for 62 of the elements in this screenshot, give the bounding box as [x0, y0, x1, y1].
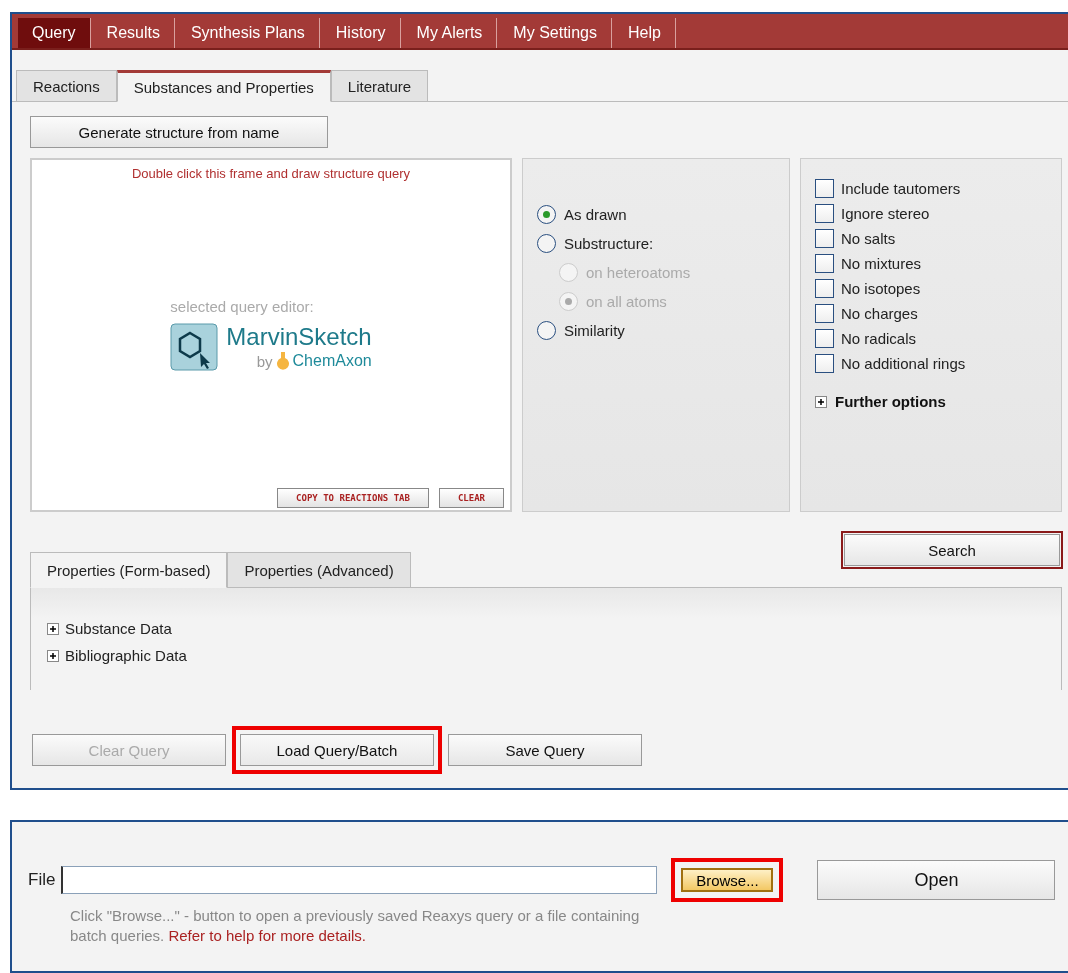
checkbox[interactable]	[815, 304, 834, 323]
checkbox[interactable]	[815, 329, 834, 348]
logo-vendor: ChemAxon	[292, 352, 372, 370]
checkbox[interactable]	[815, 279, 834, 298]
radio-label: As drawn	[564, 206, 627, 223]
nav-tab[interactable]: History	[321, 18, 401, 48]
query-button[interactable]: Save Query	[448, 734, 642, 766]
nav-tab[interactable]: My Alerts	[402, 18, 498, 48]
nav-tab[interactable]: Help	[613, 18, 676, 48]
expand-icon	[815, 395, 827, 408]
radio-label: on heteroatoms	[586, 264, 691, 281]
nav-tab[interactable]: Query	[18, 18, 91, 48]
open-button[interactable]: Open	[817, 860, 1056, 900]
editor-label: selected query editor:	[170, 298, 314, 315]
checkbox-label: No mixtures	[841, 255, 922, 272]
logo-by: by	[256, 352, 273, 370]
sub-tab[interactable]: Literature	[330, 70, 429, 102]
generate-structure-button[interactable]: Generate structure from name	[30, 116, 328, 148]
sub-tab[interactable]: Reactions	[16, 70, 117, 102]
checkbox[interactable]	[815, 229, 834, 248]
search-button[interactable]: Search	[844, 534, 1060, 566]
nav-tab[interactable]: Synthesis Plans	[176, 18, 320, 48]
radio-label: Substructure:	[564, 235, 654, 252]
checkbox-label: No salts	[841, 230, 896, 247]
expand-icon	[47, 649, 59, 662]
checkbox[interactable]	[815, 204, 834, 223]
radio-button[interactable]	[537, 205, 556, 224]
radio-label: on all atoms	[586, 293, 667, 310]
logo-title: MarvinSketch	[226, 323, 372, 351]
further-options-toggle[interactable]: Further options	[815, 393, 1047, 410]
radio-button[interactable]	[537, 321, 556, 340]
checkbox-label: No charges	[841, 305, 918, 322]
editor-button[interactable]: CLEAR	[438, 488, 504, 508]
radio-label: Similarity	[564, 322, 625, 339]
properties-tab[interactable]: Properties (Form-based)	[30, 552, 228, 588]
checkbox-label: No isotopes	[841, 280, 921, 297]
flask-icon	[275, 351, 290, 371]
file-label: File	[28, 870, 56, 890]
editor-hint: Double click this frame and draw structure query	[131, 166, 411, 181]
property-group-toggle[interactable]: Substance Data	[47, 620, 1061, 637]
checkbox-label: No additional rings	[841, 355, 966, 372]
help-text: Click "Browse..." - button to open a previously saved Reaxys query or a file containing batch queries. Refer to help for more details.	[70, 906, 641, 947]
checkbox[interactable]	[815, 254, 834, 273]
checkbox-label: No radicals	[841, 330, 917, 347]
sketch-logo-icon	[170, 323, 219, 371]
help-link[interactable]: Refer to help for more details.	[168, 927, 366, 945]
editor-button[interactable]: COPY TO REACTIONS TAB	[277, 488, 429, 508]
expand-icon	[47, 622, 59, 635]
checkbox[interactable]	[815, 179, 834, 198]
checkbox[interactable]	[815, 354, 834, 373]
properties-tab[interactable]: Properties (Advanced)	[227, 552, 411, 588]
checkbox-label: Ignore stereo	[841, 205, 930, 222]
nav-tab[interactable]: My Settings	[499, 18, 612, 48]
property-group-toggle[interactable]: Bibliographic Data	[47, 647, 1061, 664]
query-button[interactable]: Load Query/Batch	[232, 726, 442, 774]
nav-tab[interactable]: Results	[92, 18, 175, 48]
checkbox-label: Include tautomers	[841, 180, 961, 197]
structure-editor-frame[interactable]: Double click this frame and draw structure query selected query editor: MarvinSketch by ChemAxon COPY TO REACTIONS TAB CLEAR	[30, 158, 512, 512]
browse-button[interactable]: Browse...	[671, 858, 784, 902]
file-input-field[interactable]	[61, 866, 658, 894]
radio-button[interactable]	[537, 234, 556, 253]
sub-tab[interactable]: Substances and Properties	[116, 70, 331, 102]
